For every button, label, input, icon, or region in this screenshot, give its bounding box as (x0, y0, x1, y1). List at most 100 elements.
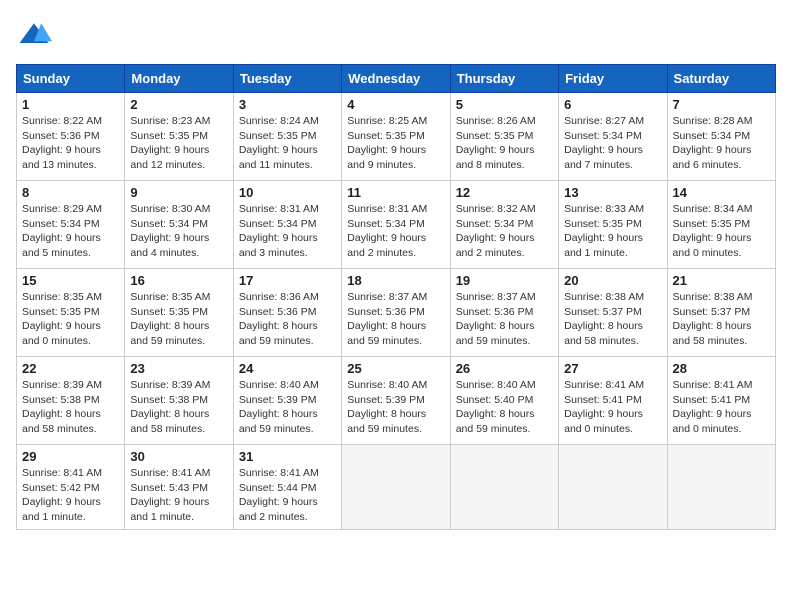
table-row: 14 Sunrise: 8:34 AM Sunset: 5:35 PM Dayl… (667, 181, 775, 269)
day-number: 19 (456, 273, 553, 288)
col-thursday: Thursday (450, 65, 558, 93)
day-info: Sunrise: 8:41 AM Sunset: 5:42 PM Dayligh… (22, 466, 119, 525)
col-wednesday: Wednesday (342, 65, 450, 93)
day-info: Sunrise: 8:35 AM Sunset: 5:35 PM Dayligh… (22, 290, 119, 349)
day-info: Sunrise: 8:24 AM Sunset: 5:35 PM Dayligh… (239, 114, 336, 173)
calendar-header-row: Sunday Monday Tuesday Wednesday Thursday… (17, 65, 776, 93)
calendar-week-row: 1 Sunrise: 8:22 AM Sunset: 5:36 PM Dayli… (17, 93, 776, 181)
table-row: 27 Sunrise: 8:41 AM Sunset: 5:41 PM Dayl… (559, 357, 667, 445)
table-row: 20 Sunrise: 8:38 AM Sunset: 5:37 PM Dayl… (559, 269, 667, 357)
day-info: Sunrise: 8:26 AM Sunset: 5:35 PM Dayligh… (456, 114, 553, 173)
day-number: 18 (347, 273, 444, 288)
logo-icon (16, 16, 52, 52)
table-row: 15 Sunrise: 8:35 AM Sunset: 5:35 PM Dayl… (17, 269, 125, 357)
table-row: 25 Sunrise: 8:40 AM Sunset: 5:39 PM Dayl… (342, 357, 450, 445)
table-row: 11 Sunrise: 8:31 AM Sunset: 5:34 PM Dayl… (342, 181, 450, 269)
day-number: 1 (22, 97, 119, 112)
day-info: Sunrise: 8:40 AM Sunset: 5:40 PM Dayligh… (456, 378, 553, 437)
day-number: 11 (347, 185, 444, 200)
day-number: 17 (239, 273, 336, 288)
table-row: 17 Sunrise: 8:36 AM Sunset: 5:36 PM Dayl… (233, 269, 341, 357)
day-number: 9 (130, 185, 227, 200)
calendar-table: Sunday Monday Tuesday Wednesday Thursday… (16, 64, 776, 530)
day-number: 25 (347, 361, 444, 376)
day-info: Sunrise: 8:27 AM Sunset: 5:34 PM Dayligh… (564, 114, 661, 173)
calendar-week-row: 22 Sunrise: 8:39 AM Sunset: 5:38 PM Dayl… (17, 357, 776, 445)
table-row: 30 Sunrise: 8:41 AM Sunset: 5:43 PM Dayl… (125, 445, 233, 530)
day-info: Sunrise: 8:36 AM Sunset: 5:36 PM Dayligh… (239, 290, 336, 349)
day-info: Sunrise: 8:40 AM Sunset: 5:39 PM Dayligh… (239, 378, 336, 437)
day-number: 29 (22, 449, 119, 464)
day-info: Sunrise: 8:37 AM Sunset: 5:36 PM Dayligh… (347, 290, 444, 349)
day-number: 16 (130, 273, 227, 288)
calendar-week-row: 8 Sunrise: 8:29 AM Sunset: 5:34 PM Dayli… (17, 181, 776, 269)
table-row: 28 Sunrise: 8:41 AM Sunset: 5:41 PM Dayl… (667, 357, 775, 445)
day-info: Sunrise: 8:33 AM Sunset: 5:35 PM Dayligh… (564, 202, 661, 261)
day-info: Sunrise: 8:23 AM Sunset: 5:35 PM Dayligh… (130, 114, 227, 173)
day-info: Sunrise: 8:34 AM Sunset: 5:35 PM Dayligh… (673, 202, 770, 261)
table-row: 1 Sunrise: 8:22 AM Sunset: 5:36 PM Dayli… (17, 93, 125, 181)
table-row: 26 Sunrise: 8:40 AM Sunset: 5:40 PM Dayl… (450, 357, 558, 445)
day-info: Sunrise: 8:32 AM Sunset: 5:34 PM Dayligh… (456, 202, 553, 261)
day-number: 6 (564, 97, 661, 112)
table-row: 13 Sunrise: 8:33 AM Sunset: 5:35 PM Dayl… (559, 181, 667, 269)
day-number: 5 (456, 97, 553, 112)
table-row: 4 Sunrise: 8:25 AM Sunset: 5:35 PM Dayli… (342, 93, 450, 181)
day-number: 27 (564, 361, 661, 376)
calendar-week-row: 15 Sunrise: 8:35 AM Sunset: 5:35 PM Dayl… (17, 269, 776, 357)
day-number: 10 (239, 185, 336, 200)
table-row: 18 Sunrise: 8:37 AM Sunset: 5:36 PM Dayl… (342, 269, 450, 357)
day-number: 28 (673, 361, 770, 376)
table-row: 22 Sunrise: 8:39 AM Sunset: 5:38 PM Dayl… (17, 357, 125, 445)
day-info: Sunrise: 8:35 AM Sunset: 5:35 PM Dayligh… (130, 290, 227, 349)
day-info: Sunrise: 8:37 AM Sunset: 5:36 PM Dayligh… (456, 290, 553, 349)
table-row: 24 Sunrise: 8:40 AM Sunset: 5:39 PM Dayl… (233, 357, 341, 445)
col-monday: Monday (125, 65, 233, 93)
col-sunday: Sunday (17, 65, 125, 93)
day-number: 12 (456, 185, 553, 200)
day-info: Sunrise: 8:41 AM Sunset: 5:43 PM Dayligh… (130, 466, 227, 525)
day-number: 31 (239, 449, 336, 464)
table-row: 23 Sunrise: 8:39 AM Sunset: 5:38 PM Dayl… (125, 357, 233, 445)
table-row: 29 Sunrise: 8:41 AM Sunset: 5:42 PM Dayl… (17, 445, 125, 530)
day-number: 21 (673, 273, 770, 288)
day-info: Sunrise: 8:41 AM Sunset: 5:44 PM Dayligh… (239, 466, 336, 525)
page-header (16, 16, 776, 52)
table-row: 31 Sunrise: 8:41 AM Sunset: 5:44 PM Dayl… (233, 445, 341, 530)
day-info: Sunrise: 8:28 AM Sunset: 5:34 PM Dayligh… (673, 114, 770, 173)
day-number: 20 (564, 273, 661, 288)
table-row (667, 445, 775, 530)
day-number: 15 (22, 273, 119, 288)
day-number: 24 (239, 361, 336, 376)
day-number: 8 (22, 185, 119, 200)
col-tuesday: Tuesday (233, 65, 341, 93)
col-friday: Friday (559, 65, 667, 93)
day-number: 7 (673, 97, 770, 112)
table-row: 21 Sunrise: 8:38 AM Sunset: 5:37 PM Dayl… (667, 269, 775, 357)
day-info: Sunrise: 8:39 AM Sunset: 5:38 PM Dayligh… (130, 378, 227, 437)
day-number: 2 (130, 97, 227, 112)
table-row: 19 Sunrise: 8:37 AM Sunset: 5:36 PM Dayl… (450, 269, 558, 357)
table-row: 9 Sunrise: 8:30 AM Sunset: 5:34 PM Dayli… (125, 181, 233, 269)
day-info: Sunrise: 8:22 AM Sunset: 5:36 PM Dayligh… (22, 114, 119, 173)
day-number: 22 (22, 361, 119, 376)
day-info: Sunrise: 8:40 AM Sunset: 5:39 PM Dayligh… (347, 378, 444, 437)
table-row: 10 Sunrise: 8:31 AM Sunset: 5:34 PM Dayl… (233, 181, 341, 269)
table-row: 8 Sunrise: 8:29 AM Sunset: 5:34 PM Dayli… (17, 181, 125, 269)
logo (16, 16, 56, 52)
day-number: 3 (239, 97, 336, 112)
day-info: Sunrise: 8:38 AM Sunset: 5:37 PM Dayligh… (564, 290, 661, 349)
day-info: Sunrise: 8:29 AM Sunset: 5:34 PM Dayligh… (22, 202, 119, 261)
table-row (450, 445, 558, 530)
table-row: 7 Sunrise: 8:28 AM Sunset: 5:34 PM Dayli… (667, 93, 775, 181)
day-info: Sunrise: 8:30 AM Sunset: 5:34 PM Dayligh… (130, 202, 227, 261)
day-info: Sunrise: 8:41 AM Sunset: 5:41 PM Dayligh… (673, 378, 770, 437)
day-info: Sunrise: 8:31 AM Sunset: 5:34 PM Dayligh… (239, 202, 336, 261)
day-info: Sunrise: 8:39 AM Sunset: 5:38 PM Dayligh… (22, 378, 119, 437)
day-number: 30 (130, 449, 227, 464)
day-info: Sunrise: 8:38 AM Sunset: 5:37 PM Dayligh… (673, 290, 770, 349)
day-number: 14 (673, 185, 770, 200)
calendar-week-row: 29 Sunrise: 8:41 AM Sunset: 5:42 PM Dayl… (17, 445, 776, 530)
table-row (342, 445, 450, 530)
table-row: 5 Sunrise: 8:26 AM Sunset: 5:35 PM Dayli… (450, 93, 558, 181)
